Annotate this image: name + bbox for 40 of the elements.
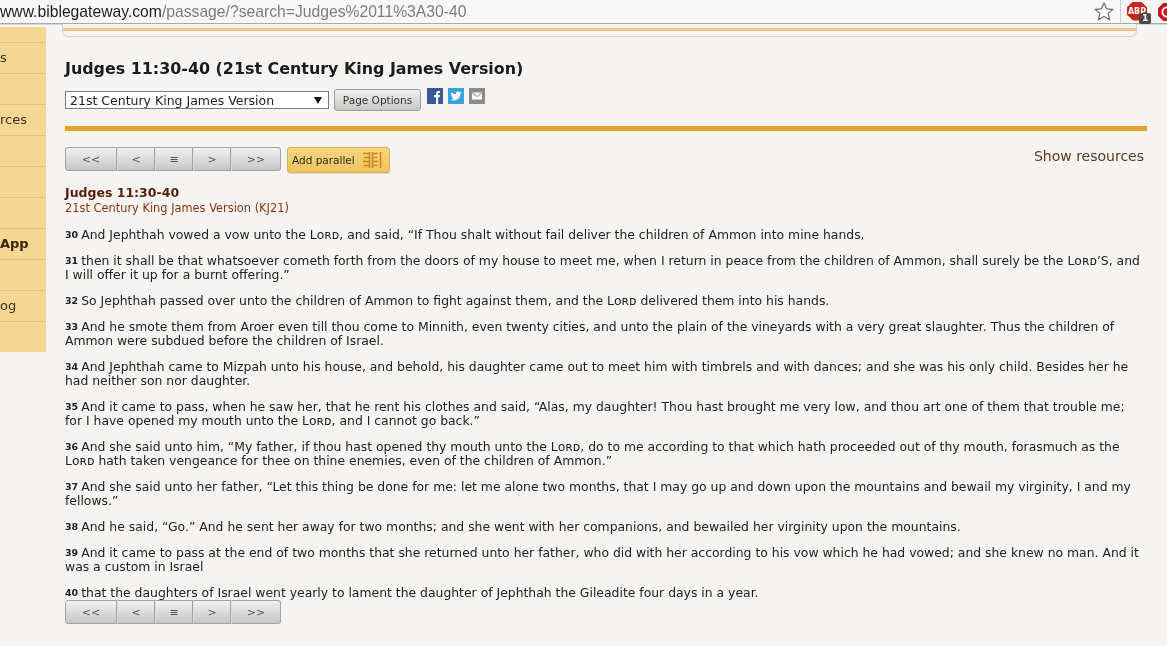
nav-button[interactable]: << [65, 600, 117, 624]
address-field[interactable]: www.biblegateway.com/passage/?search=Judges%2011%3A30-40 [0, 0, 1121, 23]
nav-button[interactable]: > [193, 600, 231, 624]
verse: 38 And he said, “Go.” And he sent her away for two months; and she went with her companions, and bewailed her virginity upon the mountains. [65, 520, 962, 534]
page-options-button[interactable]: Page Options [334, 89, 421, 111]
page-title: Judges 11:30-40 (21st Century King James Version) [65, 59, 524, 78]
version-select[interactable]: 21st Century King James Version [65, 91, 329, 109]
sidebar-item[interactable]: App [0, 236, 29, 252]
verse: 34 And Jephthah came to Mizpah unto his house, and behold, his daughter came out to meet him with timbrels and with dances; and she was his only child. Besides her he had neither son nor daughter. [65, 360, 1130, 388]
nav-button[interactable]: ≡ [155, 600, 193, 624]
bird-logo-icon[interactable] [448, 88, 464, 104]
f-logo-icon[interactable] [427, 88, 443, 104]
badge-count: 1 [1139, 12, 1152, 24]
nav-button[interactable]: > [193, 147, 231, 171]
nav-button[interactable]: ≡ [155, 147, 193, 171]
verse: 33 And he smote them from Aroer even till thou come to Minnith, even twenty cities, and unto the plain of the vineyards with a very great slaughter. Thus the children of Ammon were subdued before the children of Israel. [65, 320, 1116, 348]
bookmark-star-icon[interactable] [1094, 2, 1114, 21]
verse: 31 then it shall be that whatsoever cometh forth from the doors of my house to meet me, when I return in peace from the children of Ammon, shall surely be the Lᴏʀᴅ’S, and I will offer it up for a burnt offering.” [65, 254, 1141, 282]
verse: 40 that the daughters of Israel went yearly to lament the daughter of Jephthah the Gileadite four days in a year. [65, 586, 760, 600]
nav-button[interactable]: << [65, 147, 117, 171]
add-parallel-button[interactable]: Add parallel [287, 147, 390, 173]
verse: 35 And it came to pass, when he saw her, that he rent his clothes and said, “Alas, my daughter! Thou hast brought me very low, and thou art one of them that trouble me; for I have opened my mouth unto the Lᴏʀᴅ, and I cannot go back.” [65, 400, 1126, 428]
nav-button[interactable]: >> [231, 600, 281, 624]
passage-title: Judges 11:30-40 [65, 185, 180, 201]
verse: 36 And she said unto him, “My father, if thou hast opened thy mouth unto the Lᴏʀᴅ, do to me according to that which hath proceeded out of thy mouth, forasmuch as the Lᴏʀᴅ hath taken vengeance for thee on thine enemies, even of the children of Ammon.” [65, 440, 1121, 468]
envelope-icon[interactable] [469, 88, 485, 104]
verse: 32 So Jephthah passed over unto the children of Ammon to fight against them, and the Lᴏʀᴅ delivered them into his hands. [65, 294, 831, 308]
sidebar-item[interactable]: s [0, 50, 7, 66]
sidebar-item[interactable]: og [0, 298, 17, 314]
nav-button[interactable]: < [117, 600, 155, 624]
nav-button[interactable]: >> [231, 147, 281, 171]
show-resources-link[interactable]: Show resources [1033, 148, 1144, 165]
caret-icon [314, 96, 322, 104]
nav-button[interactable]: < [117, 147, 155, 171]
verse: 30 And Jephthah vowed a vow unto the Lᴏʀᴅ, and said, “If Thou shalt without fail deliver the children of Ammon into mine hands, [65, 228, 866, 242]
sidebar-item[interactable]: rces [0, 112, 27, 128]
stop-sign-icon[interactable] [1158, 2, 1167, 21]
verse: 39 And it came to pass at the end of two months that she returned unto her father, who did with her according to his vow which he had vowed; and she knew no man. And it was a custom in Israel [65, 546, 1140, 574]
version-name: 21st Century King James Version (KJ21) [65, 202, 289, 215]
verse: 37 And she said unto her father, “Let this thing be done for me: let me alone two months, that I may go up and down upon the mountains and bewail my virginity, I and my fellows.” [65, 480, 1132, 508]
